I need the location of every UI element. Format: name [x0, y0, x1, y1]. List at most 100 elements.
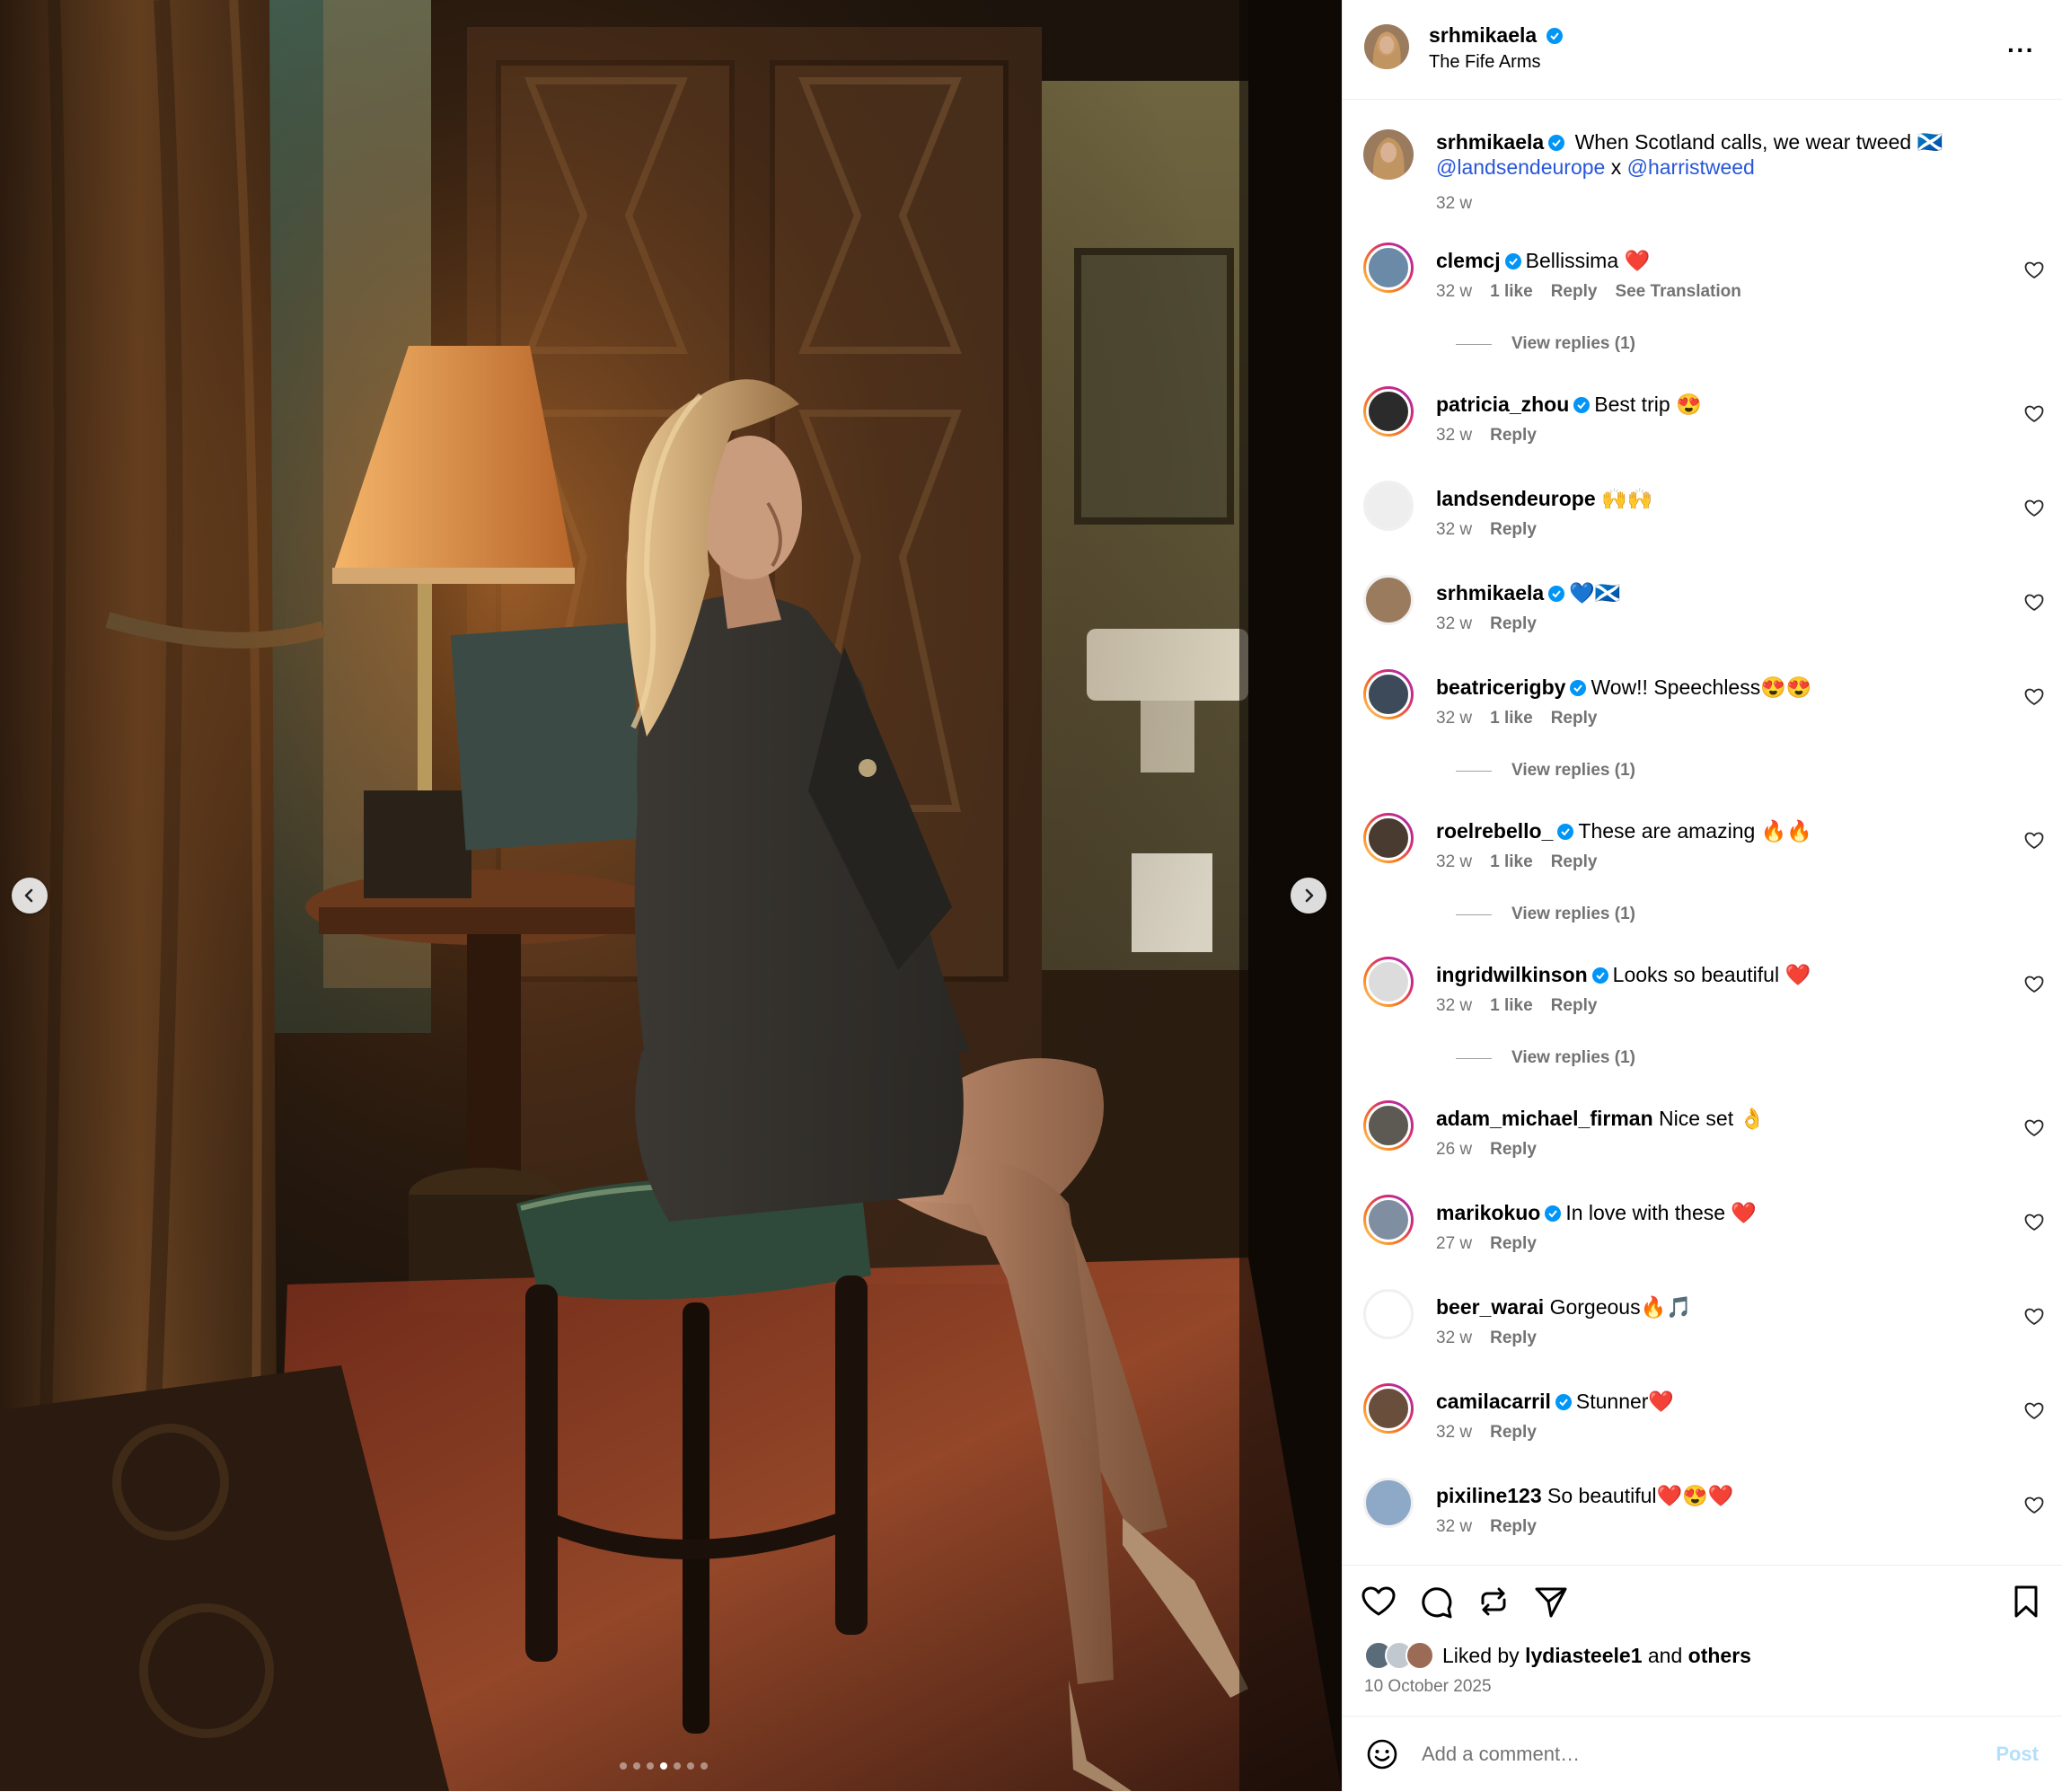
view-replies-button[interactable]: View replies (1) [1456, 1048, 1635, 1068]
comment-like-heart-icon[interactable] [2024, 404, 2044, 424]
commenter-username[interactable]: roelrebello_ [1436, 819, 1553, 843]
commenter-username[interactable]: clemcj [1436, 249, 1501, 272]
comment-text: adam_michael_firman Nice set 👌 [1436, 1106, 1999, 1131]
view-replies-label[interactable]: View replies (1) [1511, 905, 1635, 924]
commenter-avatar[interactable] [1363, 1289, 1414, 1339]
chevron-right-icon [1305, 888, 1314, 903]
reply-button[interactable]: Reply [1490, 614, 1537, 634]
comment-like-heart-icon[interactable] [2024, 975, 2044, 994]
liked-by-others[interactable]: others [1688, 1644, 1751, 1668]
reply-button[interactable]: Reply [1551, 852, 1598, 872]
comment-meta: 32 w 1 like Reply [1436, 709, 1597, 728]
replies-divider [1456, 343, 1492, 345]
commenter-avatar[interactable] [1363, 575, 1414, 625]
post-side-panel: srhmikaela The Fife Arms ··· srhmikaela … [1342, 0, 2062, 1791]
comment-like-heart-icon[interactable] [2024, 1213, 2044, 1232]
commenter-username[interactable]: patricia_zhou [1436, 393, 1569, 416]
comment-body: Best trip 😍 [1594, 393, 1702, 416]
comment-like-heart-icon[interactable] [2024, 1496, 2044, 1515]
add-comment-input[interactable] [1420, 1742, 1962, 1767]
liked-by-user[interactable]: lydiasteele1 [1525, 1644, 1642, 1668]
comment-like-heart-icon[interactable] [2024, 1307, 2044, 1327]
post-image[interactable] [0, 0, 1342, 1791]
view-replies-label[interactable]: View replies (1) [1511, 1048, 1635, 1068]
commenter-username[interactable]: landsendeurope [1436, 487, 1596, 510]
caption-separator: x [1605, 155, 1627, 179]
commenter-username[interactable]: srhmikaela [1436, 581, 1544, 605]
reply-button[interactable]: Reply [1490, 1517, 1537, 1537]
comment-like-heart-icon[interactable] [2024, 1401, 2044, 1421]
save-bookmark-icon[interactable] [2008, 1584, 2044, 1620]
comment-like-count[interactable]: 1 like [1490, 996, 1533, 1016]
view-replies-button[interactable]: View replies (1) [1456, 761, 1635, 781]
commenter-avatar[interactable] [1363, 957, 1414, 1007]
comment-like-count[interactable]: 1 like [1490, 709, 1533, 728]
comment-text: roelrebello_ These are amazing 🔥🔥 [1436, 818, 1999, 843]
mention-harristweed[interactable]: @harristweed [1627, 155, 1755, 179]
share-send-icon[interactable] [1533, 1584, 1569, 1620]
liked-by-prefix: Liked by [1442, 1643, 1520, 1667]
commenter-avatar[interactable] [1363, 1478, 1414, 1528]
comment-meta: 32 w Reply [1436, 1517, 1537, 1537]
commenter-username[interactable]: beer_warai [1436, 1295, 1544, 1319]
comment-timestamp: 32 w [1436, 852, 1473, 871]
post-comment-button[interactable]: Post [1996, 1743, 2039, 1766]
caption-avatar[interactable] [1363, 129, 1414, 180]
caption-text: srhmikaela When Scotland calls, we wear … [1436, 129, 1999, 180]
commenter-username[interactable]: marikokuo [1436, 1201, 1540, 1224]
repost-icon[interactable] [1476, 1584, 1511, 1620]
commenter-avatar[interactable] [1363, 1195, 1414, 1245]
author-avatar[interactable] [1364, 24, 1409, 69]
comment-body: Looks so beautiful ❤️ [1612, 963, 1811, 986]
mention-landsendeurope[interactable]: @landsendeurope [1436, 155, 1605, 179]
view-replies-button[interactable]: View replies (1) [1456, 334, 1635, 354]
carousel-indicator [620, 1762, 708, 1770]
reply-button[interactable]: Reply [1490, 1140, 1537, 1160]
commenter-avatar[interactable] [1363, 481, 1414, 531]
commenter-avatar[interactable] [1363, 1100, 1414, 1151]
reply-button[interactable]: Reply [1551, 709, 1598, 728]
commenter-username[interactable]: pixiline123 [1436, 1484, 1542, 1507]
caption-username[interactable]: srhmikaela [1436, 130, 1544, 154]
reply-button[interactable]: Reply [1490, 1329, 1537, 1348]
post-location[interactable]: The Fife Arms [1429, 52, 1540, 73]
author-username[interactable]: srhmikaela [1429, 23, 1567, 48]
emoji-picker-icon[interactable] [1366, 1738, 1398, 1770]
comment-like-heart-icon[interactable] [2024, 831, 2044, 851]
commenter-username[interactable]: camilacarril [1436, 1390, 1551, 1413]
reply-button[interactable]: Reply [1490, 1234, 1537, 1254]
commenter-avatar[interactable] [1363, 813, 1414, 863]
view-replies-button[interactable]: View replies (1) [1456, 905, 1635, 924]
commenter-avatar[interactable] [1363, 386, 1414, 437]
commenter-username[interactable]: beatricerigby [1436, 675, 1565, 699]
likes-summary[interactable]: Liked by lydiasteele1 and others [1364, 1641, 1751, 1670]
reply-button[interactable]: Reply [1551, 996, 1598, 1016]
view-replies-label[interactable]: View replies (1) [1511, 334, 1635, 354]
commenter-avatar[interactable] [1363, 243, 1414, 293]
commenter-avatar[interactable] [1363, 669, 1414, 719]
view-replies-label[interactable]: View replies (1) [1511, 761, 1635, 781]
comment-like-count[interactable]: 1 like [1490, 852, 1533, 872]
commenter-username[interactable]: adam_michael_firman [1436, 1107, 1653, 1130]
commenter-username[interactable]: ingridwilkinson [1436, 963, 1588, 986]
comment-body: 💙🏴󠁧󠁢󠁳󠁣󠁴󠁿 [1569, 581, 1621, 605]
commenter-avatar[interactable] [1363, 1383, 1414, 1434]
comments-list[interactable]: srhmikaela When Scotland calls, we wear … [1343, 99, 2062, 1565]
comment-like-count[interactable]: 1 like [1490, 282, 1533, 302]
reply-button[interactable]: Reply [1551, 282, 1598, 302]
next-image-button[interactable] [1291, 878, 1326, 914]
comment-icon[interactable] [1418, 1584, 1454, 1620]
comment-body: Bellissima ❤️ [1525, 249, 1651, 272]
comment-like-heart-icon[interactable] [2024, 687, 2044, 707]
previous-image-button[interactable] [12, 878, 48, 914]
comment-like-heart-icon[interactable] [2024, 260, 2044, 280]
reply-button[interactable]: Reply [1490, 1423, 1537, 1443]
comment-like-heart-icon[interactable] [2024, 593, 2044, 613]
comment-like-heart-icon[interactable] [2024, 499, 2044, 518]
reply-button[interactable]: Reply [1490, 426, 1537, 446]
comment-like-heart-icon[interactable] [2024, 1118, 2044, 1138]
see-translation-button[interactable]: See Translation [1615, 282, 1740, 302]
reply-button[interactable]: Reply [1490, 520, 1537, 540]
more-options-icon[interactable]: ··· [2007, 36, 2035, 65]
like-heart-icon[interactable] [1361, 1584, 1397, 1620]
